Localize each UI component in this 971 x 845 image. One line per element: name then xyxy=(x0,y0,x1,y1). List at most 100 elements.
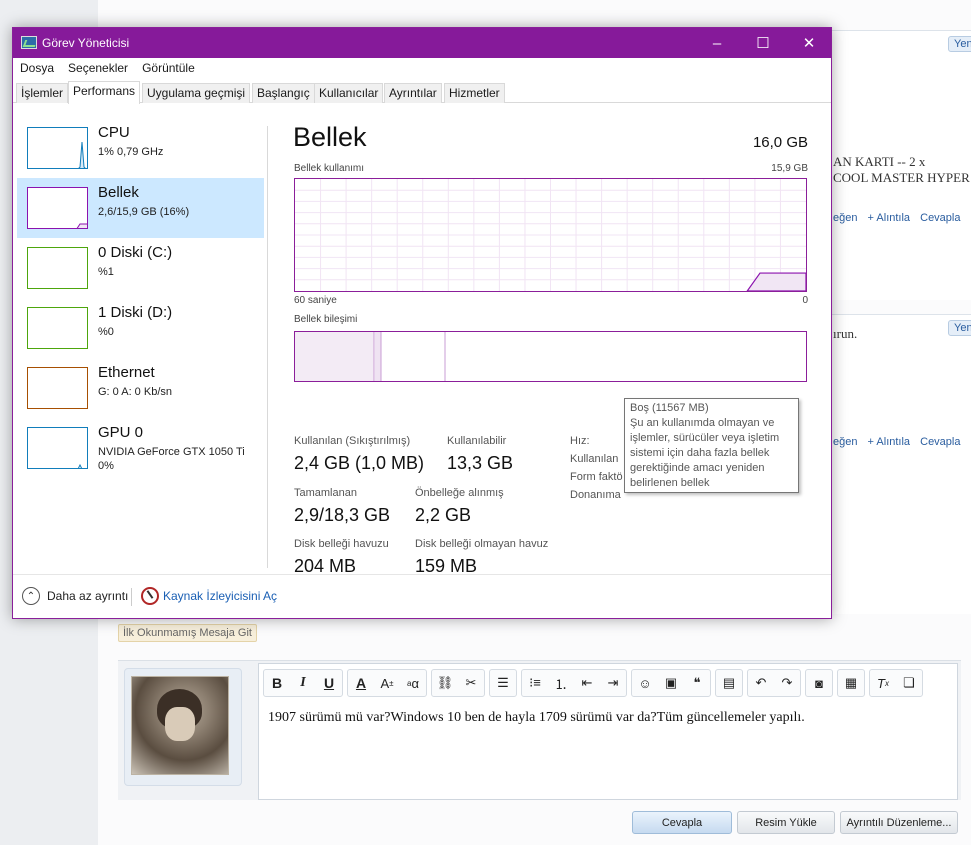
window-title: Görev Yöneticisi xyxy=(42,36,130,50)
menu-goruntule[interactable]: Görüntüle xyxy=(142,61,195,75)
outdent-icon[interactable]: ⇤ xyxy=(574,670,600,696)
speed-label: Hız: xyxy=(570,435,590,447)
reply-link[interactable]: Cevapla xyxy=(920,436,960,448)
bullet-list-icon[interactable]: ⁝≡ xyxy=(522,670,548,696)
advanced-edit-button[interactable]: Ayrıntılı Düzenleme... xyxy=(840,811,958,834)
sidebar-item-name: Ethernet xyxy=(98,364,155,381)
resource-monitor-icon xyxy=(141,587,159,605)
undo-icon[interactable]: ↶ xyxy=(748,670,774,696)
menu-bar: Dosya Seçenekler Görüntüle xyxy=(13,58,831,78)
like-link[interactable]: eğen xyxy=(833,212,857,224)
sidebar-item-cpu[interactable]: CPU 1% 0,79 GHz xyxy=(17,118,264,178)
close-icon[interactable]: ✕ xyxy=(786,28,832,58)
in-use-value: 2,4 GB (1,0 MB) xyxy=(294,453,425,473)
sidebar-item-disk-d[interactable]: 1 Diski (D:) %0 xyxy=(17,298,264,358)
upload-image-button[interactable]: Resim Yükle xyxy=(737,811,835,834)
smiley-icon[interactable]: ☺ xyxy=(632,670,658,696)
graph-time-zero: 0 xyxy=(802,295,808,306)
menu-secenekler[interactable]: Seçenekler xyxy=(68,61,128,75)
table-icon[interactable]: ▦ xyxy=(838,670,864,696)
memory-usage-graph xyxy=(294,178,807,292)
sidebar-item-detail: %0 xyxy=(98,326,114,338)
unlink-icon[interactable]: ✂ xyxy=(458,670,484,696)
graph-time-label: 60 saniye xyxy=(294,295,337,306)
reply-editor[interactable]: B I U A A ± aα ⛓ ✂ ☰ ⁝≡ ⒈ ⇤ ⇥ ☺ ▣ ❝ ▤ ↶ … xyxy=(258,663,958,800)
tab-details[interactable]: Ayrıntılar xyxy=(384,83,442,103)
task-manager-icon xyxy=(21,36,37,49)
performance-sidebar: CPU 1% 0,79 GHz Bellek 2,6/15,9 GB (16%)… xyxy=(13,104,269,574)
post-actions: eğen + Alıntıla Cevapla xyxy=(833,436,967,448)
post-text-line: AN KARTI -- 2 x xyxy=(833,154,926,169)
quote-link[interactable]: + Alıntıla xyxy=(868,212,911,224)
reply-link[interactable]: Cevapla xyxy=(920,212,960,224)
underline-icon[interactable]: U xyxy=(316,670,342,696)
number-list-icon[interactable]: ⒈ xyxy=(548,670,574,696)
save-icon[interactable]: ▤ xyxy=(716,670,742,696)
media-icon[interactable]: ▣ xyxy=(658,670,684,696)
like-link[interactable]: eğen xyxy=(833,436,857,448)
unread-message-link[interactable]: İlk Okunmamış Mesaja Git xyxy=(118,624,257,642)
committed-label: Tamamlanan xyxy=(294,487,357,499)
tab-app-history[interactable]: Uygulama geçmişi xyxy=(142,83,251,103)
tooltip-line: işlemler, sürücüler veya işletim xyxy=(630,432,780,444)
available-value: 13,3 GB xyxy=(447,453,514,473)
usage-graph-max: 15,9 GB xyxy=(771,163,808,174)
title-bar[interactable]: Görev Yöneticisi – ☐ ✕ xyxy=(13,28,831,58)
fewer-details-button[interactable]: Daha az ayrıntı xyxy=(47,589,128,603)
chevron-up-icon[interactable]: ⌃ xyxy=(22,587,40,605)
pane-divider[interactable] xyxy=(267,126,268,568)
post-actions: eğen + Alıntıla Cevapla xyxy=(833,212,967,224)
post-text: ırun. xyxy=(833,326,858,341)
sidebar-item-name: GPU 0 xyxy=(98,424,144,441)
minimize-icon[interactable]: – xyxy=(694,28,740,58)
link-icon[interactable]: ⛓ xyxy=(432,670,458,696)
sidebar-item-memory[interactable]: Bellek 2,6/15,9 GB (16%) xyxy=(17,178,264,238)
editor-content[interactable]: 1907 sürümü mü var?Windows 10 ben de hay… xyxy=(268,710,805,726)
quote-icon[interactable]: ❝ xyxy=(684,670,710,696)
tab-users[interactable]: Kullanıcılar xyxy=(314,83,384,103)
align-icon[interactable]: ☰ xyxy=(490,670,516,696)
post-text-line: COOL MASTER HYPER xyxy=(833,170,970,185)
font-size-icon[interactable]: A ± xyxy=(374,670,400,696)
quote-link[interactable]: + Alıntıla xyxy=(868,436,911,448)
maximize-icon[interactable]: ☐ xyxy=(740,28,786,58)
sidebar-item-gpu[interactable]: GPU 0 NVIDIA GeForce GTX 1050 Ti 0% xyxy=(17,418,264,478)
memory-composition-bar xyxy=(294,331,807,382)
font-color-icon[interactable]: A xyxy=(348,670,374,696)
composition-label: Bellek bileşimi xyxy=(294,314,358,325)
available-label: Kullanılabilir xyxy=(447,435,507,447)
tab-performance[interactable]: Performans xyxy=(68,81,141,104)
remove-format-icon[interactable]: Tx xyxy=(870,670,896,696)
sidebar-item-detail: %1 xyxy=(98,266,114,278)
footer-divider xyxy=(131,588,132,606)
window-footer: ⌃ Daha az ayrıntı Kaynak İzleyicisini Aç xyxy=(13,574,831,618)
redo-icon[interactable]: ↷ xyxy=(774,670,800,696)
open-resource-monitor-link[interactable]: Kaynak İzleyicisini Aç xyxy=(163,589,277,603)
yeni-button[interactable]: Yeni xyxy=(948,36,971,52)
tab-processes[interactable]: İşlemler xyxy=(16,83,69,103)
camera-icon[interactable]: ◙ xyxy=(806,670,832,696)
menu-dosya[interactable]: Dosya xyxy=(20,61,54,75)
sidebar-item-detail: NVIDIA GeForce GTX 1050 Ti xyxy=(98,446,245,458)
font-family-icon[interactable]: aα xyxy=(400,670,426,696)
memory-thumbnail-graph xyxy=(27,187,88,229)
indent-icon[interactable]: ⇥ xyxy=(600,670,626,696)
gpu-thumbnail-graph xyxy=(27,427,88,469)
composition-tooltip: Boş (11567 MB) Şu an kullanımda olmayan … xyxy=(624,398,799,493)
task-manager-window: Görev Yöneticisi – ☐ ✕ Dosya Seçenekler … xyxy=(12,27,832,619)
sidebar-item-ethernet[interactable]: Ethernet G: 0 A: 0 Kb/sn xyxy=(17,358,264,418)
paged-pool-label: Disk belleği havuzu xyxy=(294,538,389,550)
tab-services[interactable]: Hizmetler xyxy=(444,83,505,103)
sidebar-item-disk-c[interactable]: 0 Diski (C:) %1 xyxy=(17,238,264,298)
reply-button[interactable]: Cevapla xyxy=(632,811,732,834)
tooltip-line: Şu an kullanımda olmayan ve xyxy=(630,417,775,429)
spoiler-icon[interactable]: ❏ xyxy=(896,670,922,696)
usage-graph-label: Bellek kullanımı xyxy=(294,163,365,174)
bold-icon[interactable]: B xyxy=(264,670,290,696)
forum-post xyxy=(830,314,971,614)
italic-icon[interactable]: I xyxy=(290,670,316,696)
tab-startup[interactable]: Başlangıç xyxy=(252,83,315,103)
page-title: Bellek xyxy=(293,122,367,152)
yeni-button[interactable]: Yeni xyxy=(948,320,971,336)
tab-strip: İşlemler Performans Uygulama geçmişi Baş… xyxy=(13,81,831,104)
